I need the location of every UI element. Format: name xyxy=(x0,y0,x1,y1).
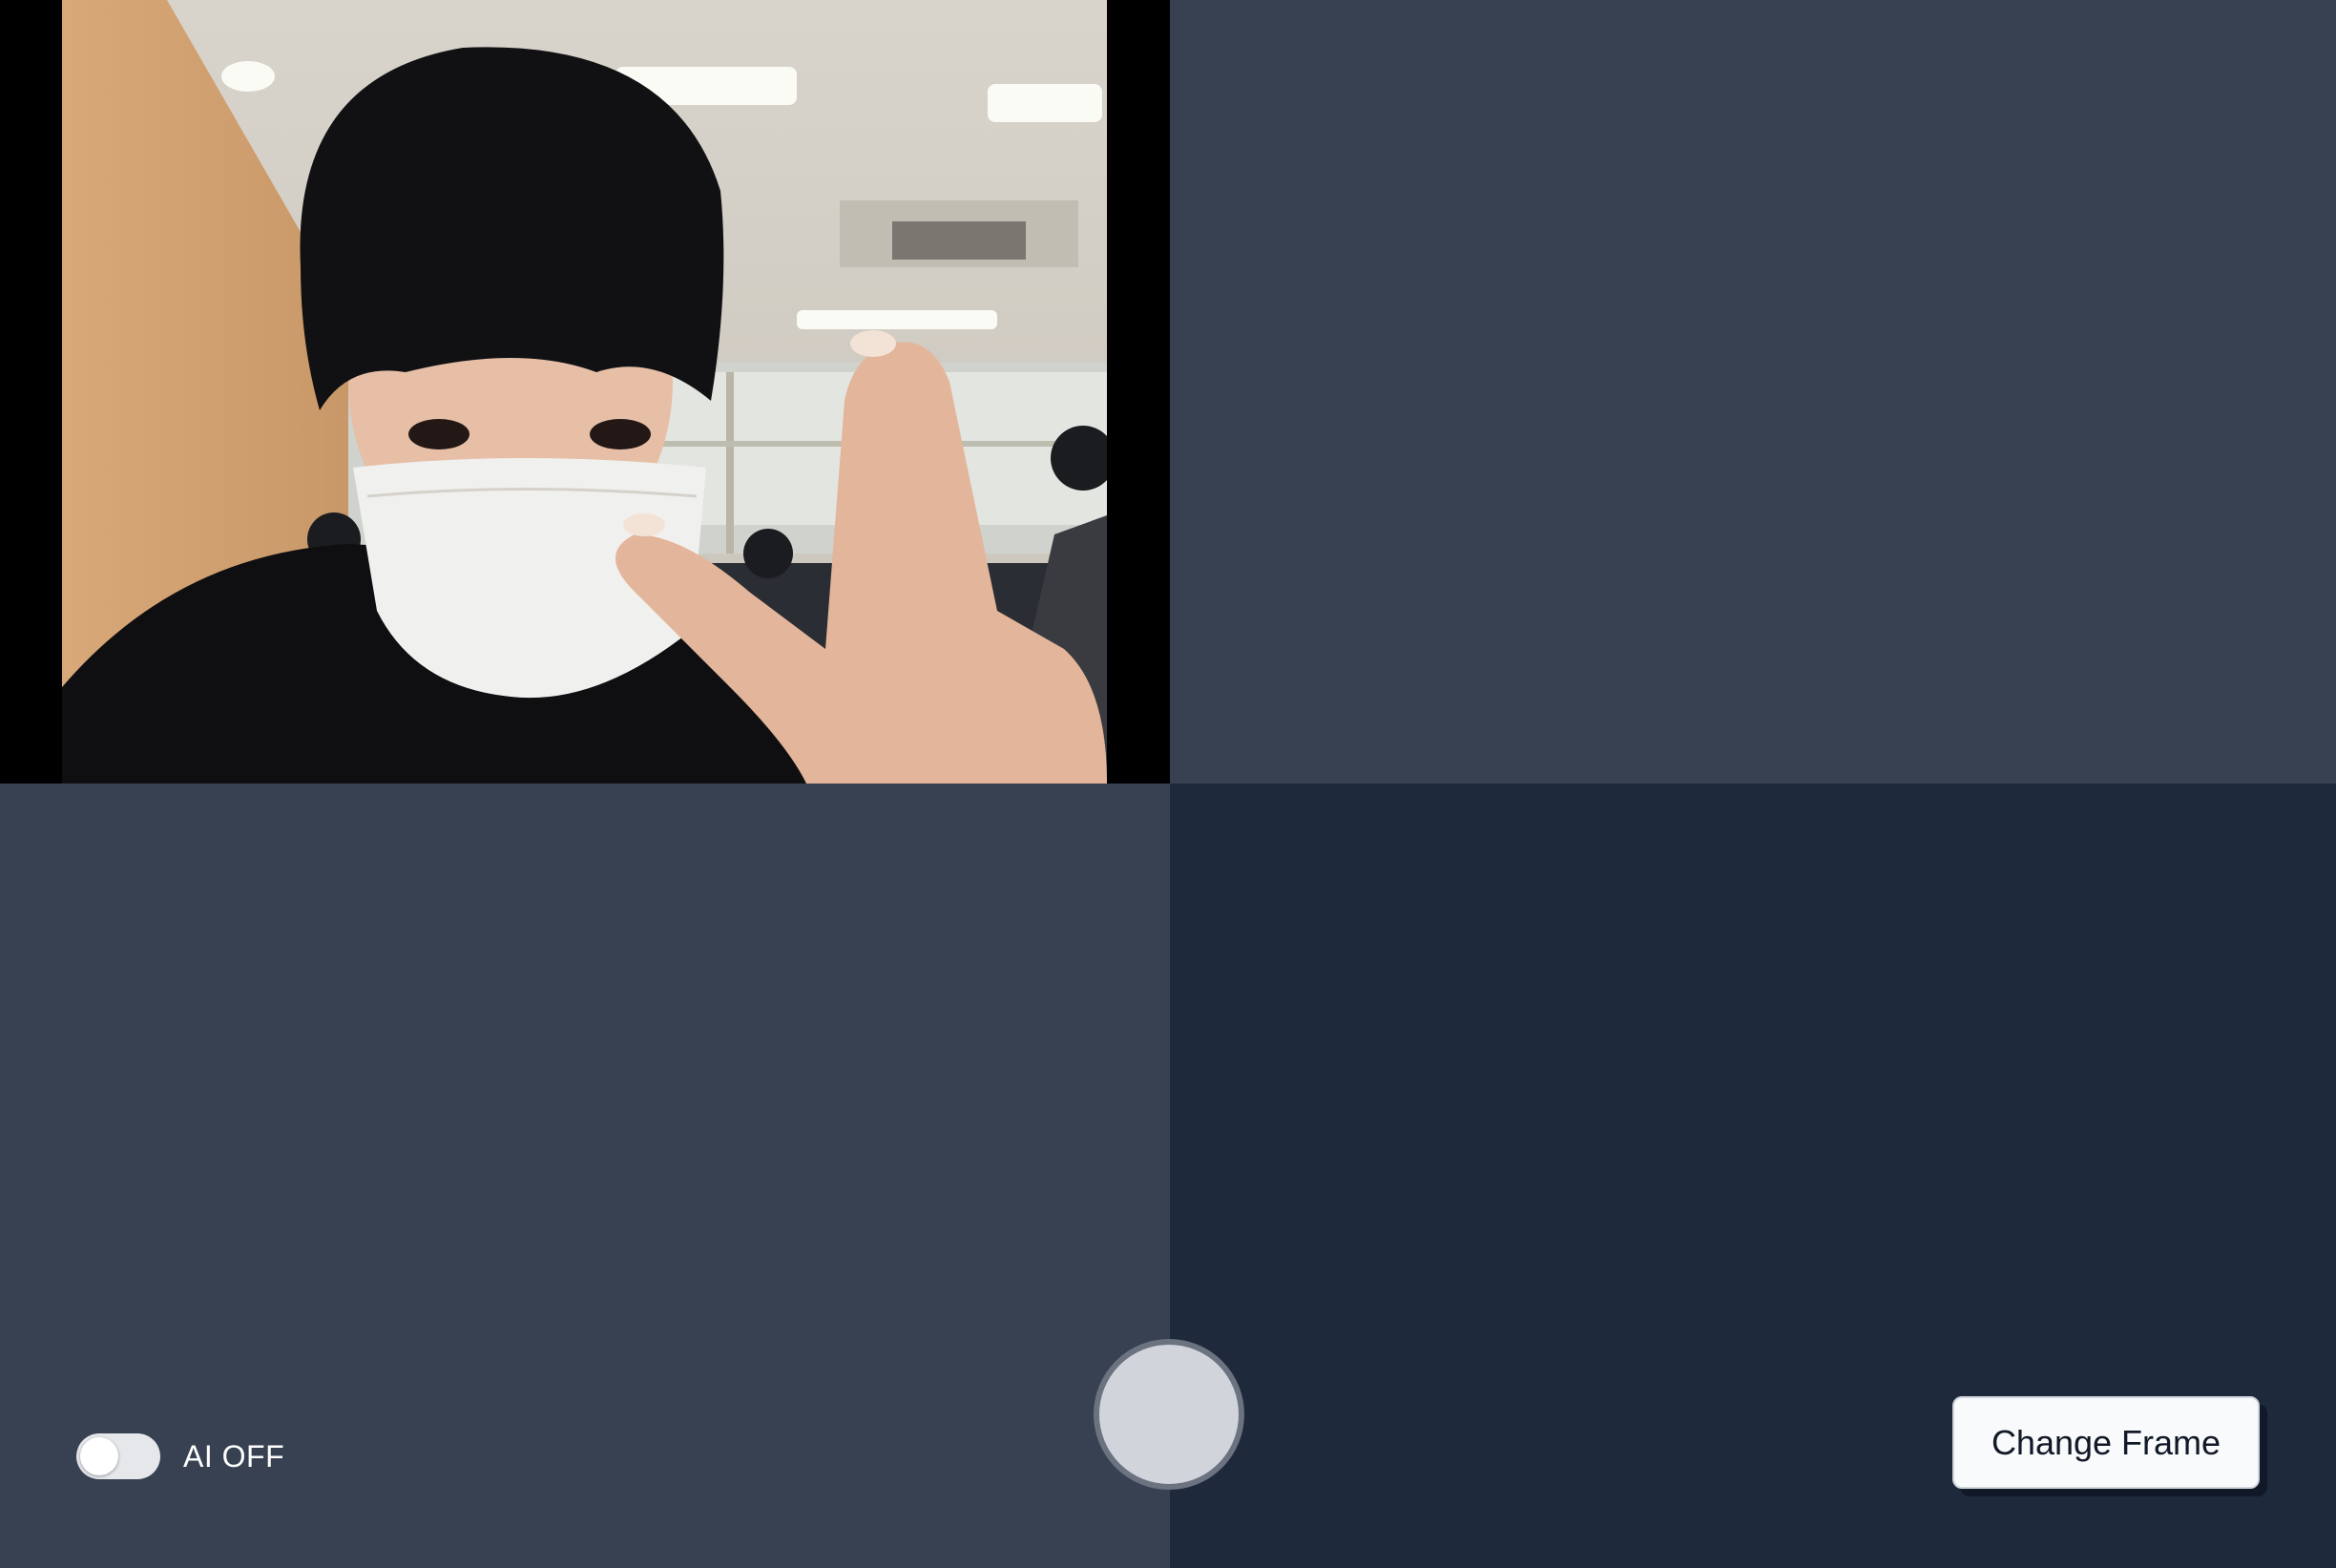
change-frame-button[interactable]: Change Frame xyxy=(1952,1396,2260,1489)
camera-preview xyxy=(62,0,1107,784)
ai-toggle-switch[interactable] xyxy=(76,1433,160,1479)
photo-slot-1 xyxy=(0,0,1170,784)
photo-slot-2 xyxy=(1170,0,2336,784)
capture-shutter-button[interactable] xyxy=(1094,1339,1244,1490)
photo-booth-app: AI OFF Change Frame xyxy=(0,0,2336,1568)
ai-toggle-group: AI OFF xyxy=(76,1433,284,1479)
toggle-knob xyxy=(80,1437,118,1475)
ai-toggle-label: AI OFF xyxy=(183,1438,285,1474)
camera-feed-image xyxy=(62,0,1107,784)
frame-grid xyxy=(0,0,2336,1568)
